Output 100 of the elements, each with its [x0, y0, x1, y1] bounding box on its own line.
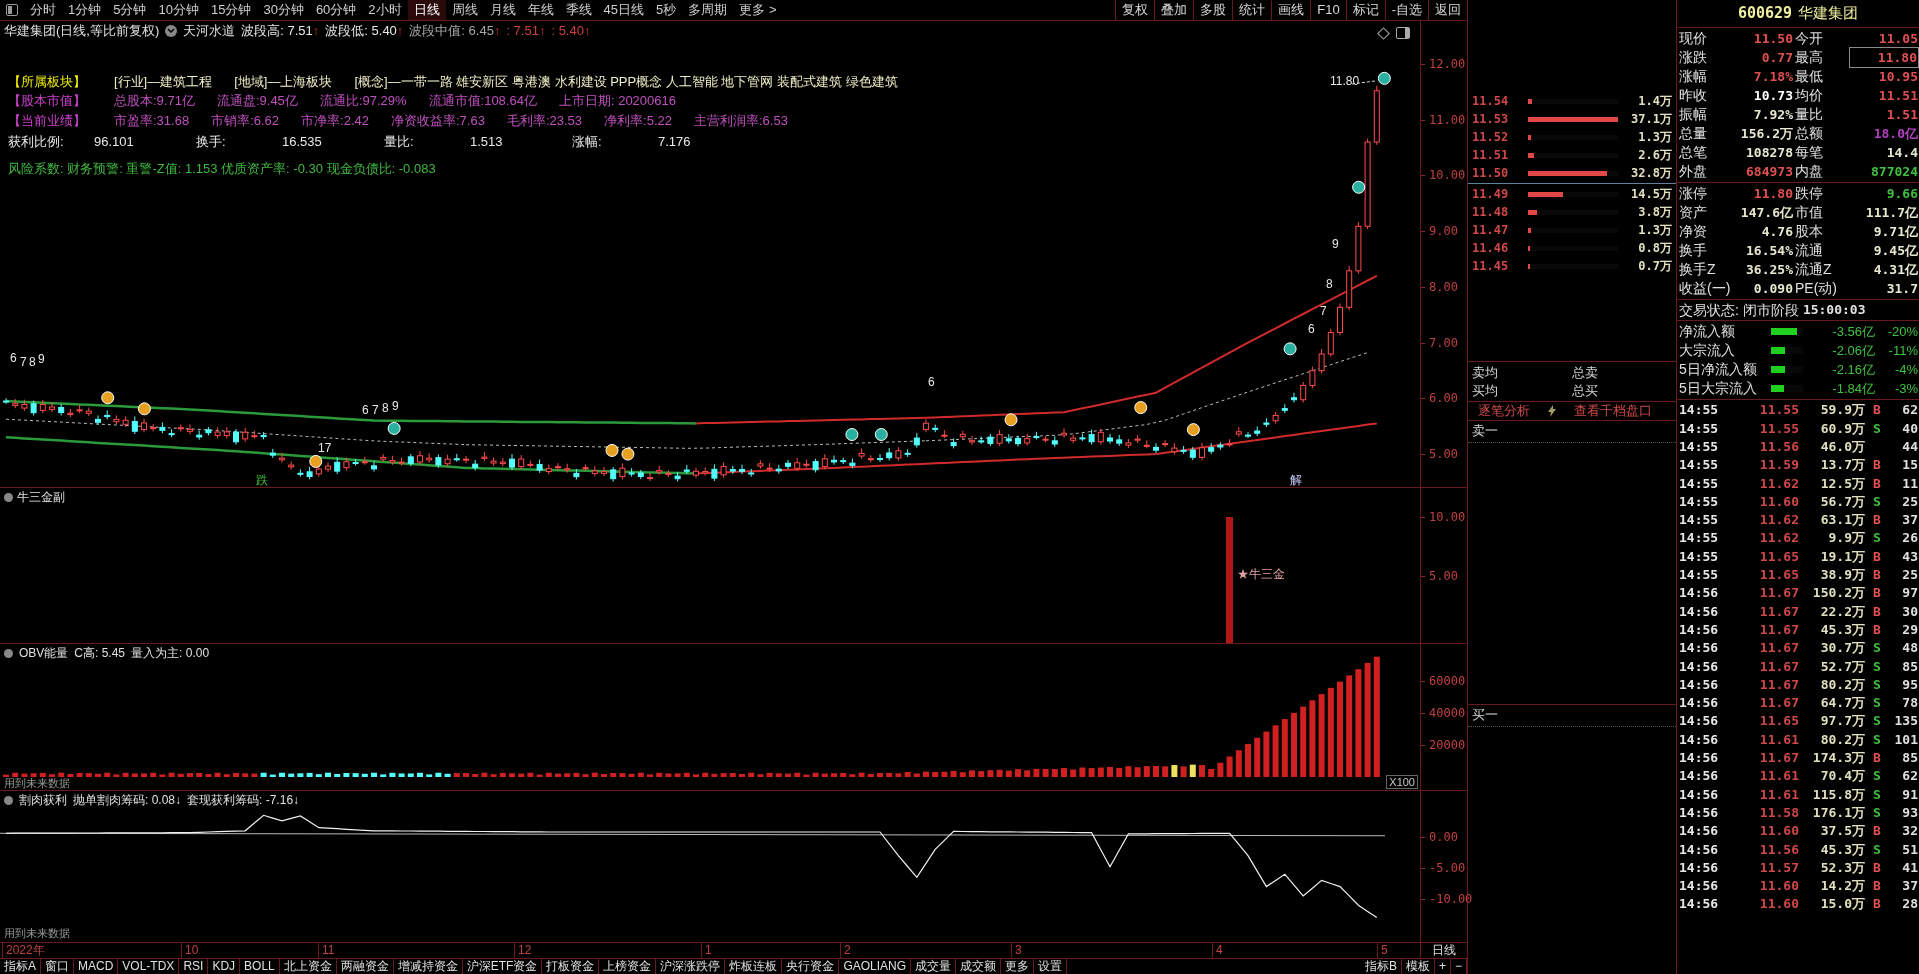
indicator-tab[interactable]: GAOLIANG: [839, 959, 912, 974]
field-label: 资产: [1679, 203, 1708, 222]
period-tab[interactable]: 1分钟: [62, 0, 108, 20]
tick-count: 78: [1901, 694, 1919, 713]
indicator-tab[interactable]: 指标B: [1360, 959, 1402, 974]
tick-time: 14:56: [1679, 712, 1720, 731]
indicator-tab[interactable]: 成交量: [911, 959, 957, 974]
candlestick: [21, 399, 28, 412]
price-text: 11.49: [1472, 186, 1510, 203]
toolbar-button[interactable]: -自选: [1384, 0, 1428, 20]
chart-annotation: 7: [372, 403, 379, 417]
chevron-icon[interactable]: [4, 493, 13, 502]
signal-marker-icon: [1283, 342, 1297, 356]
indicator-tab[interactable]: 增减持资金: [393, 959, 463, 974]
indicator-tab[interactable]: 沪深ETF资金: [462, 959, 543, 974]
indicator-tab[interactable]: 沪深涨跌停: [656, 959, 726, 974]
period-tab[interactable]: 日线: [407, 0, 446, 20]
toolbar-button[interactable]: 画线: [1271, 0, 1311, 20]
indicator-tab[interactable]: 两融资金: [336, 959, 394, 974]
field-label: 涨停: [1679, 184, 1708, 203]
depth-link[interactable]: 查看千档盘口: [1574, 401, 1652, 421]
period-tab[interactable]: 60分钟: [309, 0, 363, 20]
period-tab[interactable]: 更多 >: [733, 0, 783, 20]
period-tab[interactable]: 季线: [559, 0, 598, 20]
candlestick: [297, 468, 304, 478]
candlestick: [104, 409, 111, 420]
chevron-icon[interactable]: [4, 649, 13, 658]
toolbar-button[interactable]: 标记: [1345, 0, 1385, 20]
period-tab[interactable]: 30分钟: [257, 0, 310, 20]
tick-time: 14:56: [1679, 602, 1720, 621]
indicator-tab[interactable]: 更多: [1001, 959, 1035, 974]
period-tab[interactable]: 15分钟: [204, 0, 258, 20]
field-label: 每笔: [1794, 143, 1824, 162]
bid-level-label: 买一: [1472, 707, 1498, 722]
toolbar-button[interactable]: 返回: [1428, 0, 1467, 20]
candlestick: [1125, 438, 1132, 449]
period-tab[interactable]: 月线: [483, 0, 522, 20]
flow-amount: -1.84亿: [1831, 379, 1875, 398]
candlestick: [417, 450, 423, 466]
chevron-icon[interactable]: [165, 24, 178, 37]
indicator-tab[interactable]: VOL-TDX: [118, 959, 180, 974]
trade-side: B: [1872, 858, 1882, 877]
analysis-link[interactable]: 逐笔分析: [1478, 401, 1530, 421]
indicator-tab[interactable]: 北上资金: [279, 959, 337, 974]
period-tab[interactable]: 分时: [24, 0, 62, 20]
indicator-tab[interactable]: +: [1434, 959, 1451, 974]
candlestick: [941, 429, 948, 439]
tick-price: 11.65: [1758, 566, 1799, 585]
volume-text: 0.8万: [1637, 240, 1672, 257]
period-tab[interactable]: 5秒: [650, 0, 683, 20]
indicator-tab[interactable]: 成交额: [956, 959, 1002, 974]
toolbar-button[interactable]: 多股: [1193, 0, 1233, 20]
field-label: 外盘: [1679, 162, 1708, 181]
indicator-tab[interactable]: 打板资金: [542, 959, 600, 974]
candlestick: [1107, 433, 1113, 445]
tick-count: 85: [1901, 749, 1919, 768]
indicator-tab[interactable]: −: [1451, 959, 1467, 974]
volume-text: 37.1万: [1630, 111, 1672, 128]
indicator-tab[interactable]: 炸板连板: [725, 959, 783, 974]
period-tab[interactable]: 年线: [521, 0, 560, 20]
indicator-tab[interactable]: 窗口: [41, 959, 74, 974]
period-tab[interactable]: 多周期: [682, 0, 734, 20]
volume-text: 1.4万: [1637, 93, 1672, 110]
tick-time: 14:56: [1679, 858, 1720, 877]
period-tab[interactable]: 10分钟: [152, 0, 205, 20]
candlestick: [950, 437, 957, 449]
toolbar-button[interactable]: 复权: [1115, 0, 1155, 20]
tick-volume: 115.8万: [1811, 785, 1865, 804]
trade-side: S: [1872, 767, 1882, 786]
candlestick: [536, 459, 543, 474]
indicator-tab[interactable]: KDJ: [208, 959, 241, 974]
indicator-tab[interactable]: MACD: [74, 959, 119, 974]
toolbar-button[interactable]: 叠加: [1154, 0, 1194, 20]
panel-toggle-icon[interactable]: [6, 4, 18, 16]
period-tab[interactable]: 5分钟: [107, 0, 153, 20]
indicator-tab[interactable]: 指标A: [0, 959, 41, 974]
panel-toggle-icon[interactable]: [1396, 27, 1410, 39]
field-label: 总笔: [1679, 143, 1708, 162]
field-value: 11.51: [1877, 87, 1919, 105]
indicator-tab[interactable]: 上榜资金: [599, 959, 657, 974]
period-tab[interactable]: 2小时: [362, 0, 408, 20]
candlestick: [619, 463, 626, 480]
toolbar-button[interactable]: F10: [1310, 0, 1346, 20]
indicator-tab[interactable]: 设置: [1034, 959, 1068, 974]
indicator-tab[interactable]: RSI: [179, 959, 209, 974]
field-label: 量比: [1794, 105, 1824, 124]
period-tab[interactable]: 周线: [445, 0, 484, 20]
info-text: 净资收益率:7.63: [391, 112, 485, 129]
field-value: 36.25%: [1745, 261, 1793, 279]
period-tab[interactable]: 45日线: [597, 0, 651, 20]
chevron-icon[interactable]: [4, 796, 13, 805]
tick-price: 11.67: [1758, 584, 1799, 603]
tick-time: 14:56: [1679, 657, 1720, 676]
indicator-tab[interactable]: 模板: [1401, 959, 1435, 974]
tick-time: 14:55: [1679, 474, 1720, 493]
status-text: 闭市阶段: [1742, 300, 1799, 320]
toolbar-button[interactable]: 统计: [1232, 0, 1272, 20]
indicator-tab[interactable]: 央行资金: [782, 959, 840, 974]
trade-side: S: [1872, 785, 1882, 804]
indicator-tab[interactable]: BOLL: [240, 959, 280, 974]
